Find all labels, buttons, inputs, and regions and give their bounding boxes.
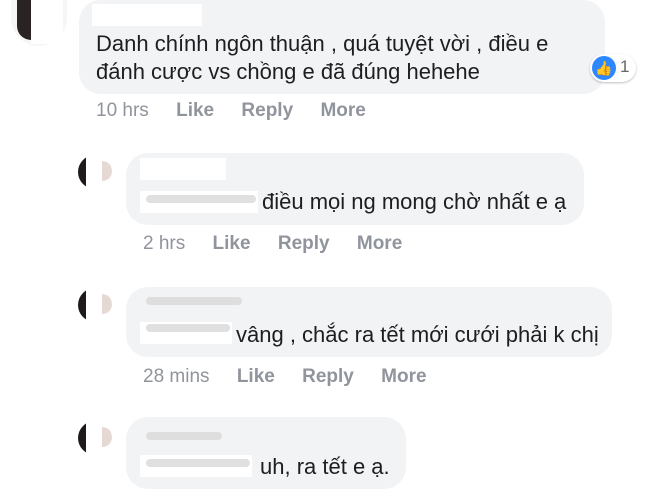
redaction-smudge — [146, 432, 222, 440]
avatar[interactable] — [78, 288, 112, 322]
like-link[interactable]: Like — [213, 233, 251, 255]
avatar[interactable] — [11, 0, 67, 46]
avatar[interactable] — [78, 421, 112, 455]
reply-text: điều mọi ng mong chờ nhất e ạ — [262, 189, 567, 214]
redacted-author-name — [140, 158, 226, 180]
reply-link[interactable]: Reply — [278, 233, 330, 255]
more-link[interactable]: More — [320, 100, 365, 122]
redaction-smudge — [146, 195, 256, 203]
comment-actions: 2 hrs Like Reply More — [143, 233, 424, 255]
avatar-hair — [78, 423, 86, 453]
comment-text-line: đánh cược vs chồng e đã đúng hehehe — [96, 59, 480, 84]
reply-link[interactable]: Reply — [241, 100, 293, 122]
reply-link[interactable]: Reply — [302, 366, 354, 388]
redaction-smudge — [146, 324, 230, 332]
timestamp: 2 hrs — [143, 233, 186, 254]
avatar-hair — [78, 157, 86, 187]
reaction-count-number: 1 — [620, 57, 630, 76]
reply-text: uh, ra tết e ạ. — [260, 454, 390, 479]
avatar-shade — [102, 161, 112, 181]
avatar-shade — [102, 427, 112, 447]
reaction-count[interactable]: 👍 1 — [590, 54, 636, 82]
more-link[interactable]: More — [357, 233, 402, 255]
avatar-redacted — [31, 0, 63, 44]
more-link[interactable]: More — [381, 366, 426, 388]
redacted-author-name — [92, 4, 202, 26]
thumbs-up-icon: 👍 — [592, 56, 616, 80]
redaction-smudge — [146, 297, 242, 305]
reply-text: vâng , chắc ra tết mới cưới phải k chị — [236, 322, 599, 347]
avatar-shade — [102, 294, 112, 314]
timestamp: 28 mins — [143, 366, 210, 387]
avatar[interactable] — [78, 155, 112, 189]
avatar-hair — [78, 290, 86, 320]
timestamp: 10 hrs — [96, 100, 149, 121]
redaction-smudge — [146, 459, 250, 467]
avatar-hair — [17, 0, 31, 40]
like-link[interactable]: Like — [176, 100, 214, 122]
comment-actions: 10 hrs Like Reply More — [96, 100, 388, 122]
like-link[interactable]: Like — [237, 366, 275, 388]
comment-actions: 28 mins Like Reply More — [143, 366, 449, 388]
